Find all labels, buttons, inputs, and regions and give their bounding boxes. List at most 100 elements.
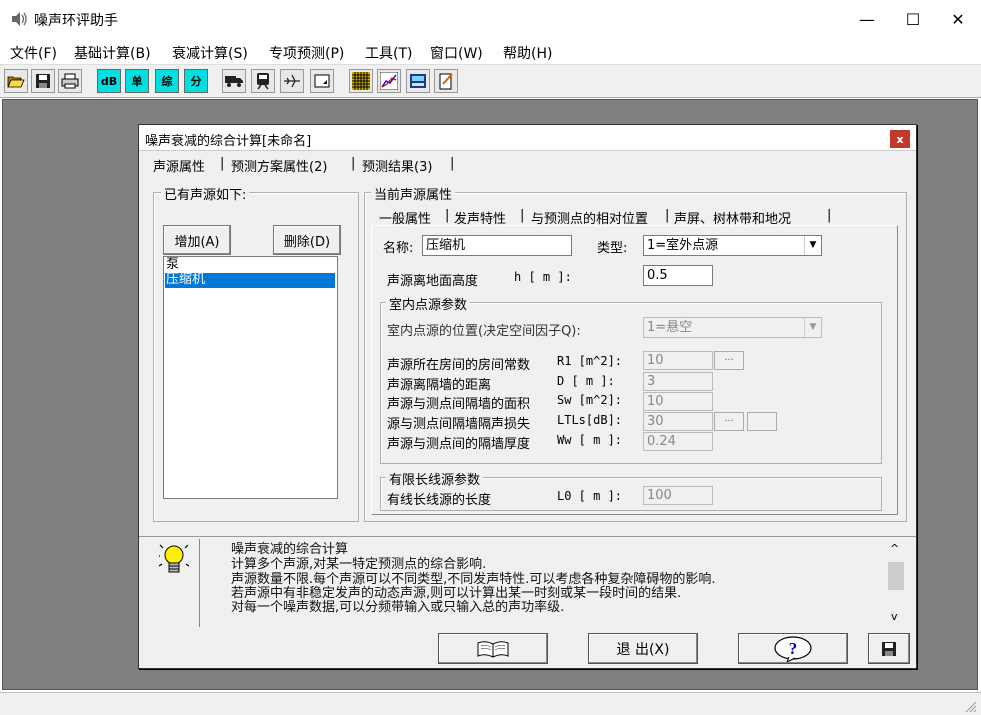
title-bar: 噪声环评助手 — ☐ ✕ [0,0,981,38]
toolbar: dB 单 综 分 [0,64,981,98]
scroll-down-icon[interactable]: v [891,610,898,623]
wall-thickness-field[interactable]: 0.24 [643,432,713,451]
height-field[interactable]: 0.5 [643,265,713,286]
window-icon[interactable] [310,69,334,93]
wall-distance-field[interactable]: 3 [643,372,713,391]
aircraft-icon[interactable] [280,69,304,93]
tab-separator: | [520,208,525,223]
maximize-icon: ☐ [905,9,921,29]
scroll-up-icon[interactable]: ^ [890,542,899,555]
truck-icon[interactable] [222,69,246,93]
wall-thickness-unit: Ww [ m ]: [557,433,623,447]
split-icon[interactable]: 分 [184,69,208,93]
train-icon[interactable] [251,69,275,93]
info-panel: 噪声衰减的综合计算 计算多个声源,对某一特定预测点的综合影响. 声源数量不限.每… [139,536,916,629]
chart-icon[interactable] [377,69,401,93]
app-title: 噪声环评助手 [34,13,118,29]
transmission-loss-browse-button[interactable]: ··· [714,412,744,431]
room-constant-browse-button[interactable]: ··· [714,351,744,370]
help-button[interactable]: ? [738,633,848,664]
tab-separator: | [445,208,450,223]
height-label: 声源离地面高度 [387,274,479,289]
save-button[interactable] [868,633,910,664]
list-item[interactable]: 泵 [165,258,335,273]
composite-attenuation-dialog: 噪声衰减的综合计算[未命名] x 声源属性 | 预测方案属性(2) | 预测结果… [138,124,917,669]
line-length-unit: L0 [ m ]: [557,489,623,503]
menu-special-forecast[interactable]: 专项预测(P) [269,43,344,63]
help-icon: ? [774,635,812,662]
grid-icon[interactable] [349,69,373,93]
tab-separator: | [665,208,670,223]
room-constant-field[interactable]: 10 [643,351,713,370]
notepad-icon[interactable] [434,69,458,93]
tab-scheme-properties[interactable]: 预测方案属性(2) [231,156,327,175]
line-length-label: 有线长线源的长度 [387,493,492,508]
info-text-box: 噪声衰减的综合计算 计算多个声源,对某一特定预测点的综合影响. 声源数量不限.每… [199,540,879,628]
print-icon[interactable] [58,69,82,93]
menu-attenuation-calc[interactable]: 衰减计算(S) [172,43,248,63]
tab-separator: | [220,156,225,171]
menu-bar: 文件(F) 基础计算(B) 衰减计算(S) 专项预测(P) 工具(T) 窗口(W… [0,38,981,64]
name-field[interactable]: 压缩机 [422,235,572,256]
add-source-button[interactable]: 增加(A) [163,225,231,255]
info-line: 对每一个噪声数据,可以分频带输入或只输入总的声功率级. [231,600,565,615]
dialog-title: 噪声衰减的综合计算[未命名] [145,134,312,149]
open-folder-icon[interactable] [4,69,28,93]
height-unit: h [ m ]: [514,270,572,284]
minimize-icon: — [859,9,875,29]
room-constant-unit: R1 [m^2]: [557,354,623,368]
save-disk-icon[interactable] [31,69,55,93]
info-scrollbar[interactable]: ^ v [886,540,906,628]
chevron-down-icon[interactable]: ▼ [804,318,821,337]
tab-separator: | [450,156,455,171]
maximize-button[interactable]: ☐ [890,0,936,38]
status-bar [0,692,981,715]
info-line: 若声源中有非稳定发声的动态声源,则可以计算出某一时刻或某一段时间的结果. [231,586,682,601]
calculator-icon[interactable] [406,69,430,93]
transmission-loss-unit: LTLs[dB]: [557,413,623,427]
close-icon: ✕ [951,9,965,29]
type-select[interactable]: 1=室外点源 ▼ [643,235,822,256]
list-item-selected[interactable]: 压缩机 [165,273,335,288]
indoor-position-value: 1=悬空 [647,320,693,335]
single-icon[interactable]: 单 [125,69,149,93]
book-icon [477,640,509,658]
tab-separator: | [351,156,356,171]
lightbulb-icon [159,544,189,573]
composite-icon[interactable]: 综 [155,69,179,93]
scroll-thumb[interactable] [888,562,904,590]
indoor-source-group-label: 室内点源参数 [386,294,471,313]
tab-source-properties[interactable]: 声源属性 [153,156,205,175]
indoor-position-select[interactable]: 1=悬空 ▼ [643,317,822,338]
db-icon[interactable]: dB [97,69,121,93]
transmission-loss-field[interactable]: 30 [643,412,713,431]
wall-area-field[interactable]: 10 [643,392,713,411]
close-button[interactable]: ✕ [935,0,981,38]
dialog-close-button[interactable]: x [890,130,910,148]
wall-area-unit: Sw [m^2]: [557,393,623,407]
line-length-field[interactable]: 100 [643,486,713,505]
menu-window[interactable]: 窗口(W) [430,43,483,63]
sources-group-label: 已有声源如下: [161,184,250,203]
dialog-title-bar: 噪声衰减的综合计算[未命名] x [139,125,916,151]
menu-help[interactable]: 帮助(H) [503,43,552,63]
name-label: 名称: [383,241,414,256]
manual-button[interactable] [438,633,548,664]
transmission-loss-extra-button[interactable] [747,412,777,431]
menu-tools[interactable]: 工具(T) [365,43,412,63]
info-line: 计算多个声源,对某一特定预测点的综合影响. [231,557,487,572]
wall-thickness-label: 声源与测点间的隔墙厚度 [387,437,531,452]
resize-grip-icon[interactable] [963,699,977,713]
tab-prediction-results[interactable]: 预测结果(3) [362,156,432,175]
delete-source-button[interactable]: 删除(D) [273,225,341,255]
menu-basic-calc[interactable]: 基础计算(B) [74,43,151,63]
minimize-button[interactable]: — [844,0,890,38]
line-source-group-label: 有限长线源参数 [386,469,484,488]
source-list[interactable]: 泵 压缩机 [163,256,338,499]
exit-button[interactable]: 退 出(X) [588,633,698,664]
wall-area-label: 声源与测点间隔墙的面积 [387,397,531,412]
chevron-down-icon[interactable]: ▼ [804,236,821,255]
wall-distance-label: 声源离隔墙的距离 [387,378,492,393]
menu-file[interactable]: 文件(F) [10,43,57,63]
type-label: 类型: [597,241,628,256]
